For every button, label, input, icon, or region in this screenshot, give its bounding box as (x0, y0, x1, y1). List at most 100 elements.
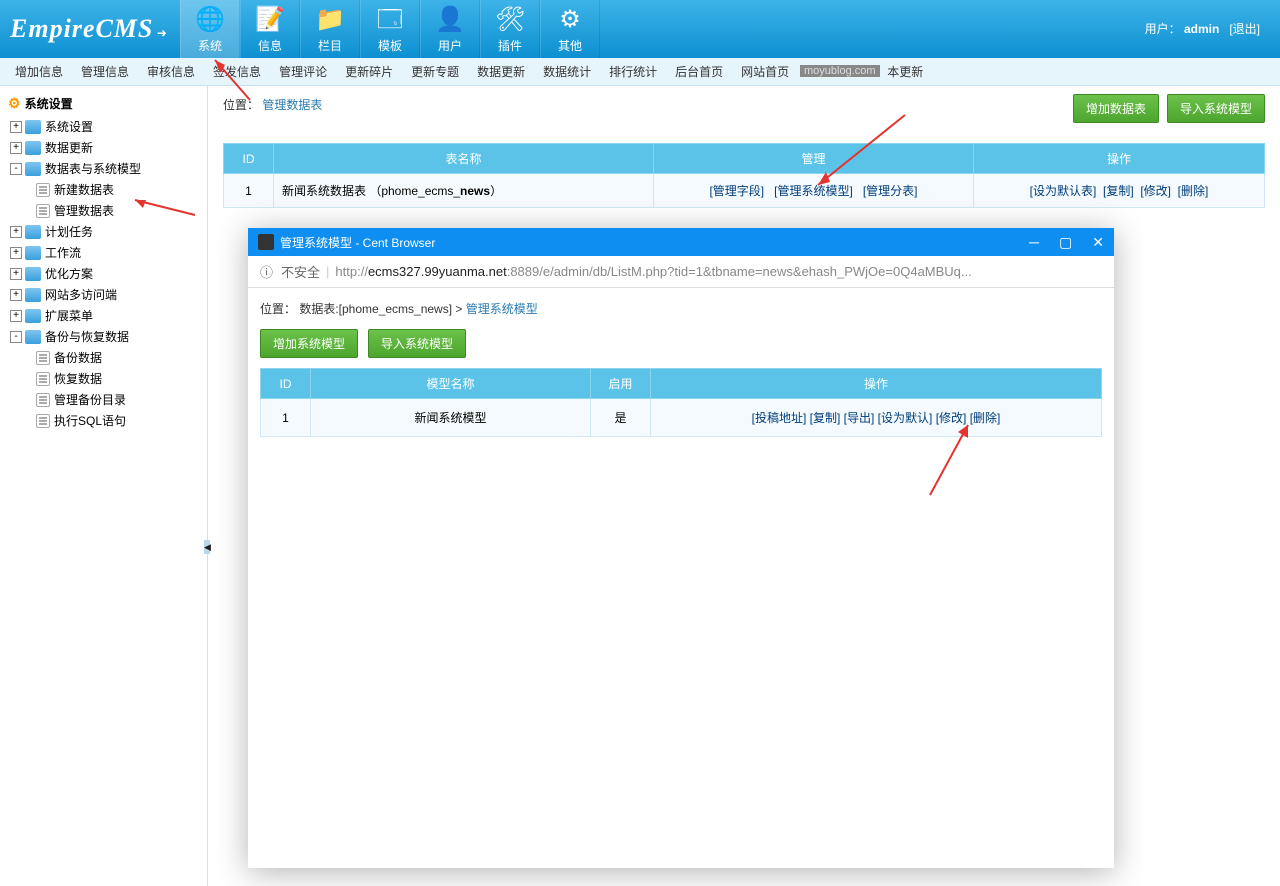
pcell-id: 1 (261, 399, 311, 437)
nav-tabs: 🌐系统 📝信息 📁栏目 🗔模板 👤用户 🛠插件 ⚙其他 (180, 0, 600, 58)
cell-id: 1 (224, 174, 274, 208)
pop-link[interactable]: [导出] (844, 411, 875, 425)
popup-title-text: 管理系统模型 - Cent Browser (280, 234, 435, 251)
submenu-item[interactable]: 更新碎片 (345, 63, 393, 80)
breadcrumb-link[interactable]: 管理数据表 (262, 98, 322, 112)
submenu-item[interactable]: 更新专题 (411, 63, 459, 80)
arrow-icon: ➜ (157, 26, 167, 40)
import-model-button[interactable]: 导入系统模型 (1167, 94, 1265, 123)
nav-tab-column[interactable]: 📁栏目 (300, 0, 360, 58)
close-icon[interactable]: ✕ (1092, 234, 1104, 251)
popup-body: 位置： 数据表:[phome_ecms_news] > 管理系统模型 增加系统模… (248, 288, 1114, 449)
pth-enabled: 启用 (591, 369, 651, 399)
submenu-item[interactable]: 排行统计 (609, 63, 657, 80)
cell-name: 新闻系统数据表 （phome_ecms_news） (274, 174, 654, 208)
cell-op: [设为默认表] [复制] [修改] [删除] (974, 174, 1265, 208)
pth-op: 操作 (651, 369, 1102, 399)
submenu-item[interactable]: 数据统计 (543, 63, 591, 80)
globe-icon: 🌐 (195, 5, 225, 35)
nav-tab-system[interactable]: 🌐系统 (180, 0, 240, 58)
submenu-item[interactable]: 审核信息 (147, 63, 195, 80)
submenu-item[interactable]: 数据更新 (477, 63, 525, 80)
tree-child[interactable]: 管理备份目录 (0, 389, 207, 410)
tree-title: 系统设置 (0, 91, 207, 116)
tree-child[interactable]: 恢复数据 (0, 368, 207, 389)
submenu-bar: 增加信息 管理信息 审核信息 签发信息 管理评论 更新碎片 更新专题 数据更新 … (0, 58, 1280, 86)
tree-node[interactable]: +数据更新 (0, 137, 207, 158)
submenu-item[interactable]: 管理信息 (81, 63, 129, 80)
folder-icon: 📁 (315, 5, 345, 35)
pth-id: ID (261, 369, 311, 399)
pth-name: 模型名称 (311, 369, 591, 399)
op-default-link[interactable]: [设为默认表] (1030, 184, 1097, 198)
submenu-item[interactable]: 本更新 (887, 63, 923, 80)
table-row: 1 新闻系统数据表 （phome_ecms_news） [管理字段] [管理系统… (224, 174, 1265, 208)
insecure-label: 不安全 (281, 262, 320, 281)
data-table: ID 表名称 管理 操作 1 新闻系统数据表 （phome_ecms_news）… (223, 143, 1265, 208)
logout-link[interactable]: [退出] (1229, 22, 1260, 36)
logo: EmpireCMS ➜ (0, 14, 180, 44)
submenu-item[interactable]: 增加信息 (15, 63, 63, 80)
nav-tab-other[interactable]: ⚙其他 (540, 0, 600, 58)
pcell-ops: [投稿地址] [复制] [导出] [设为默认] [修改] [删除] (651, 399, 1102, 437)
minimize-icon[interactable]: ─ (1029, 234, 1039, 251)
tree-node[interactable]: +扩展菜单 (0, 305, 207, 326)
user-area: 用户： admin [退出] (1145, 20, 1260, 37)
gear-icon: ⚙ (555, 5, 585, 35)
th-manage: 管理 (654, 144, 974, 174)
pcell-name: 新闻系统模型 (311, 399, 591, 437)
add-table-button[interactable]: 增加数据表 (1073, 94, 1159, 123)
popup-table-row: 1 新闻系统模型 是 [投稿地址] [复制] [导出] [设为默认] [修改] … (261, 399, 1102, 437)
cell-manage: [管理字段] [管理系统模型] [管理分表] (654, 174, 974, 208)
pop-link[interactable]: [修改] (936, 411, 967, 425)
tree-node[interactable]: -数据表与系统模型 (0, 158, 207, 179)
th-id: ID (224, 144, 274, 174)
manage-fields-link[interactable]: [管理字段] (709, 184, 764, 198)
user-icon: 👤 (435, 5, 465, 35)
tree-child[interactable]: 管理数据表 (0, 200, 207, 221)
op-edit-link[interactable]: [修改] (1140, 184, 1171, 198)
th-name: 表名称 (274, 144, 654, 174)
info-icon[interactable]: ⓘ (260, 262, 273, 281)
submenu-item[interactable]: 管理评论 (279, 63, 327, 80)
op-delete-link[interactable]: [删除] (1178, 184, 1209, 198)
pop-link[interactable]: [设为默认] (878, 411, 933, 425)
popup-add-button[interactable]: 增加系统模型 (260, 329, 358, 358)
edit-icon: 📝 (255, 5, 285, 35)
op-copy-link[interactable]: [复制] (1103, 184, 1134, 198)
tree-node[interactable]: +网站多访问端 (0, 284, 207, 305)
tool-icon: 🛠 (495, 5, 525, 35)
popup-table: ID 模型名称 启用 操作 1 新闻系统模型 是 [投稿地址] [复制] [导出… (260, 368, 1102, 437)
tree-node[interactable]: +系统设置 (0, 116, 207, 137)
pop-link[interactable]: [删除] (970, 411, 1001, 425)
maximize-icon[interactable]: ▢ (1059, 234, 1072, 251)
nav-tab-template[interactable]: 🗔模板 (360, 0, 420, 58)
tree-node[interactable]: -备份与恢复数据 (0, 326, 207, 347)
popup-breadcrumb: 位置： 数据表:[phome_ecms_news] > 管理系统模型 (260, 300, 1102, 317)
tree-node[interactable]: +优化方案 (0, 263, 207, 284)
tree-child[interactable]: 新建数据表 (0, 179, 207, 200)
top-header: EmpireCMS ➜ 🌐系统 📝信息 📁栏目 🗔模板 👤用户 🛠插件 ⚙其他 … (0, 0, 1280, 58)
watermark: moyublog.com (800, 65, 880, 77)
nav-tab-user[interactable]: 👤用户 (420, 0, 480, 58)
tree-child[interactable]: 执行SQL语句 (0, 410, 207, 431)
submenu-item[interactable]: 签发信息 (213, 63, 261, 80)
pop-link[interactable]: [投稿地址] (752, 411, 807, 425)
popup-breadcrumb-link[interactable]: 管理系统模型 (466, 302, 538, 316)
submenu-item[interactable]: 网站首页 (741, 63, 789, 80)
submenu-item[interactable]: 后台首页 (675, 63, 723, 80)
tree-child[interactable]: 备份数据 (0, 347, 207, 368)
popup-import-button[interactable]: 导入系统模型 (368, 329, 466, 358)
url-bar: ⓘ 不安全 | http://ecms327.99yuanma.net:8889… (248, 256, 1114, 288)
tree-node[interactable]: +计划任务 (0, 221, 207, 242)
manage-model-link[interactable]: [管理系统模型] (774, 184, 853, 198)
manage-split-link[interactable]: [管理分表] (863, 184, 918, 198)
sidebar-collapse-icon[interactable]: ◀ (204, 540, 210, 554)
popup-titlebar[interactable]: 管理系统模型 - Cent Browser ─ ▢ ✕ (248, 228, 1114, 256)
pop-link[interactable]: [复制] (810, 411, 841, 425)
nav-tab-info[interactable]: 📝信息 (240, 0, 300, 58)
sidebar: 系统设置 +系统设置+数据更新-数据表与系统模型新建数据表管理数据表+计划任务+… (0, 86, 208, 886)
tree-node[interactable]: +工作流 (0, 242, 207, 263)
pcell-enabled: 是 (591, 399, 651, 437)
nav-tab-plugin[interactable]: 🛠插件 (480, 0, 540, 58)
